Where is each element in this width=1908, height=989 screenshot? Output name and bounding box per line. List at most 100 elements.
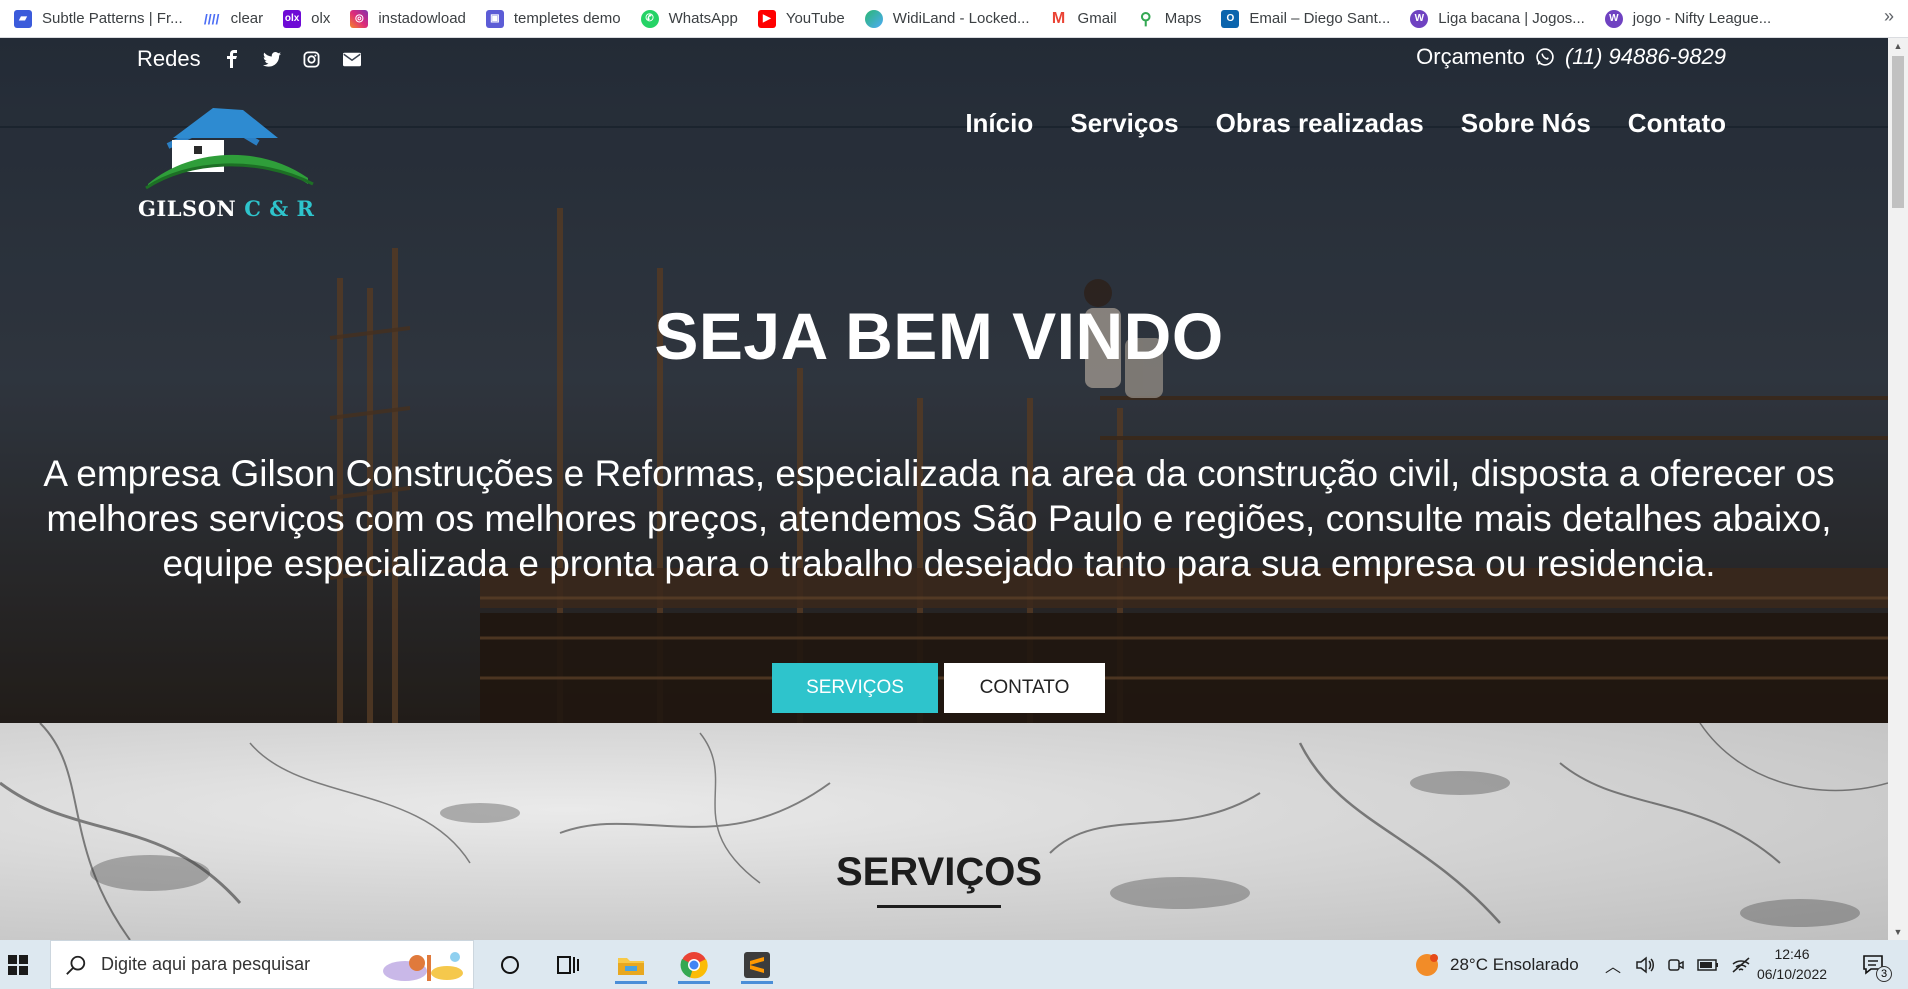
wifi-icon[interactable] [1731, 956, 1751, 974]
page-viewport: Redes Orçamento (11) 94886-9829 GILSON C… [0, 38, 1888, 940]
bookmark-youtube[interactable]: ▶ YouTube [750, 5, 853, 33]
bookmark-clear[interactable]: //// clear [195, 5, 272, 33]
page-scrollbar[interactable]: ▲ ▼ [1888, 38, 1908, 940]
bookmarks-overflow-button[interactable]: » [1884, 6, 1894, 27]
taskbar-search-box[interactable]: Digite aqui para pesquisar [50, 940, 474, 989]
nav-item-obras-realizadas[interactable]: Obras realizadas [1216, 108, 1424, 139]
clock-time: 12:46 [1774, 946, 1810, 962]
windows-start-button[interactable] [0, 940, 36, 989]
nav-item-sobre-nos[interactable]: Sobre Nós [1461, 108, 1591, 139]
search-highlight-illustration [383, 952, 463, 981]
bookmark-instadowload[interactable]: ◎ instadowload [342, 5, 474, 33]
services-title-underline [877, 905, 1001, 908]
youtube-icon: ▶ [757, 9, 776, 28]
phone-number: (11) 94886-9829 [1564, 44, 1726, 69]
bookmark-label: YouTube [785, 10, 845, 27]
bookmark-whatsapp[interactable]: ✆ WhatsApp [633, 5, 746, 33]
bookmark-maps[interactable]: ⚲ Maps [1129, 5, 1210, 33]
logo-suffix: C & R [244, 196, 315, 221]
bookmark-label: clear [230, 10, 264, 27]
nifty-icon: W [1604, 9, 1623, 28]
logo-text: GILSON C & R [138, 196, 314, 221]
twitter-icon[interactable] [262, 50, 281, 68]
clear-icon: //// [202, 9, 221, 28]
bookmark-subtle-patterns[interactable]: ▰ Subtle Patterns | Fr... [6, 5, 191, 33]
bookmark-label: Gmail [1077, 10, 1117, 27]
instagram-icon: ◎ [350, 9, 369, 28]
search-icon [66, 955, 86, 975]
battery-icon[interactable] [1697, 958, 1719, 972]
templates-icon: ▣ [485, 9, 504, 28]
bookmark-label: jogo - Nifty League... [1632, 10, 1772, 27]
bookmarks-bar: ▰ Subtle Patterns | Fr... //// clear olx… [0, 0, 1908, 38]
bookmark-widiland[interactable]: WidiLand - Locked... [857, 5, 1038, 33]
bookmark-label: Maps [1164, 10, 1202, 27]
envelope-icon[interactable] [342, 50, 361, 68]
site-logo[interactable]: GILSON C & R [138, 88, 318, 221]
subtle-patterns-icon: ▰ [14, 9, 32, 28]
chrome-icon[interactable] [674, 946, 714, 984]
sun-icon [1416, 953, 1438, 976]
nav-item-inicio[interactable]: Início [965, 108, 1033, 139]
nav-item-servicos[interactable]: Serviços [1070, 108, 1178, 139]
services-section: SERVIÇOS [0, 723, 1888, 940]
gmail-icon: M [1049, 9, 1068, 28]
bookmark-label: Liga bacana | Jogos... [1438, 10, 1585, 27]
active-indicator [678, 981, 710, 984]
notification-center-button[interactable]: 3 [1854, 946, 1894, 984]
hero-section: Redes Orçamento (11) 94886-9829 GILSON C… [0, 38, 1888, 723]
bookmark-gmail[interactable]: M Gmail [1042, 5, 1125, 33]
whatsapp-icon [1536, 48, 1554, 66]
active-indicator [741, 981, 773, 984]
windows-logo-icon [8, 954, 28, 975]
logo-name: GILSON [138, 196, 237, 221]
weather-widget[interactable]: 28°C Ensolarado [1414, 940, 1579, 989]
orcamento-label: Orçamento [1416, 44, 1525, 69]
bookmark-label: instadowload [378, 10, 466, 27]
scroll-up-arrow-icon[interactable]: ▲ [1888, 38, 1908, 54]
speaker-icon[interactable] [1635, 955, 1655, 974]
maps-icon: ⚲ [1136, 9, 1155, 28]
hero-title: SEJA BEM VINDO [654, 299, 1224, 373]
windows-taskbar: Digite aqui para pesquisar 28°C Ensolara… [0, 940, 1908, 989]
scrollbar-thumb[interactable] [1892, 56, 1904, 208]
clock-date: 06/10/2022 [1756, 966, 1828, 982]
bookmark-templetes[interactable]: ▣ templetes demo [478, 5, 629, 33]
house-logo-icon [145, 108, 314, 190]
bookmark-olx[interactable]: olx olx [275, 5, 338, 33]
file-explorer-icon[interactable] [611, 946, 651, 984]
bookmark-email[interactable]: O Email – Diego Sant... [1213, 5, 1398, 33]
chevron-up-icon[interactable]: ︿ [1605, 953, 1621, 977]
services-title: SERVIÇOS [836, 850, 1042, 894]
search-placeholder: Digite aqui para pesquisar [101, 954, 311, 974]
taskbar-clock[interactable]: 12:46 06/10/2022 [1752, 944, 1832, 984]
facebook-icon[interactable] [223, 50, 241, 68]
bookmark-label: olx [311, 10, 331, 27]
outlook-icon: O [1221, 9, 1240, 28]
liga-icon: W [1410, 9, 1429, 28]
notification-count-badge: 3 [1876, 966, 1892, 982]
main-nav: Início Serviços Obras realizadas Sobre N… [928, 108, 1726, 139]
bookmark-label: Email – Diego Sant... [1249, 10, 1391, 27]
cortana-icon[interactable] [490, 946, 530, 984]
system-tray: ︿ [1605, 940, 1751, 989]
meet-now-icon[interactable] [1667, 956, 1685, 974]
bookmark-label: Subtle Patterns | Fr... [42, 10, 183, 27]
sublime-text-icon[interactable] [737, 946, 777, 984]
bookmark-nifty-league[interactable]: W jogo - Nifty League... [1597, 5, 1779, 33]
task-view-icon[interactable] [548, 946, 588, 984]
active-indicator [615, 981, 647, 984]
bookmark-label: WidiLand - Locked... [892, 10, 1030, 27]
redes-label: Redes [137, 46, 201, 71]
instagram-icon[interactable] [303, 50, 321, 68]
whatsapp-icon: ✆ [640, 9, 659, 28]
nav-item-contato[interactable]: Contato [1628, 108, 1726, 139]
bookmark-label: templetes demo [513, 10, 621, 27]
bookmark-liga-bacana[interactable]: W Liga bacana | Jogos... [1402, 5, 1593, 33]
services-button[interactable]: SERVIÇOS [772, 663, 938, 713]
scroll-down-arrow-icon[interactable]: ▼ [1888, 924, 1908, 940]
contact-phone[interactable]: Orçamento (11) 94886-9829 [1416, 44, 1726, 70]
weather-text: 28°C Ensolarado [1450, 954, 1579, 974]
contact-button[interactable]: CONTATO [944, 663, 1105, 713]
widiland-icon [864, 9, 883, 28]
